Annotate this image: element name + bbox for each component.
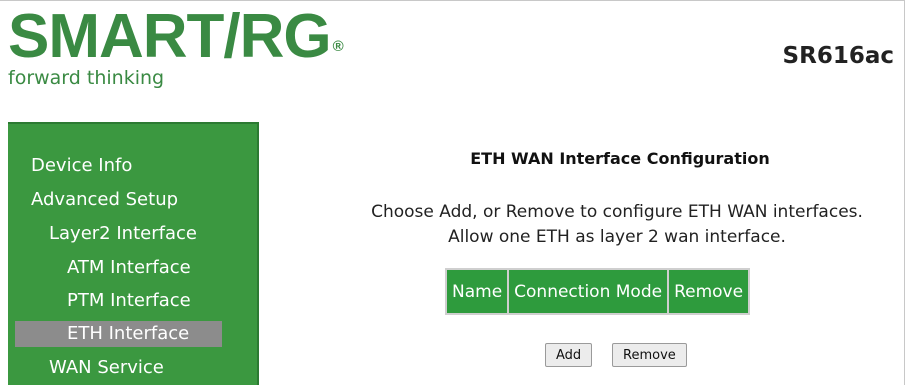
model-name: SR616ac	[782, 43, 894, 69]
sidebar-nav: Device Info Advanced Setup Layer2 Interf…	[8, 122, 259, 385]
column-header-remove: Remove	[669, 270, 749, 313]
sidebar-item-eth-interface[interactable]: ETH Interface	[67, 321, 189, 347]
sidebar-item-atm-interface[interactable]: ATM Interface	[67, 255, 191, 281]
table-header-row: Name Connection Mode Remove	[447, 270, 749, 313]
logo-text: SMART/RG	[8, 2, 332, 71]
add-button[interactable]: Add	[545, 343, 593, 367]
page-title: ETH WAN Interface Configuration	[470, 149, 770, 168]
page-description: Choose Add, or Remove to configure ETH W…	[330, 200, 904, 250]
registered-mark: ®	[332, 38, 344, 55]
column-header-connection-mode: Connection Mode	[509, 270, 668, 313]
smartrg-logo: SMART/RG ®	[8, 6, 344, 68]
sidebar-item-advanced-setup[interactable]: Advanced Setup	[31, 187, 178, 213]
column-header-name: Name	[447, 270, 508, 313]
sidebar-item-wan-service[interactable]: WAN Service	[49, 355, 164, 381]
logo-tagline: forward thinking	[8, 67, 165, 89]
eth-wan-table: Name Connection Mode Remove	[445, 268, 751, 315]
sidebar-item-ptm-interface[interactable]: PTM Interface	[67, 288, 191, 314]
remove-button[interactable]: Remove	[612, 343, 687, 367]
sidebar-item-layer2-interface[interactable]: Layer2 Interface	[49, 221, 197, 247]
description-line-2: Allow one ETH as layer 2 wan interface.	[448, 227, 786, 247]
description-line-1: Choose Add, or Remove to configure ETH W…	[371, 202, 863, 222]
sidebar-item-device-info[interactable]: Device Info	[31, 153, 132, 179]
